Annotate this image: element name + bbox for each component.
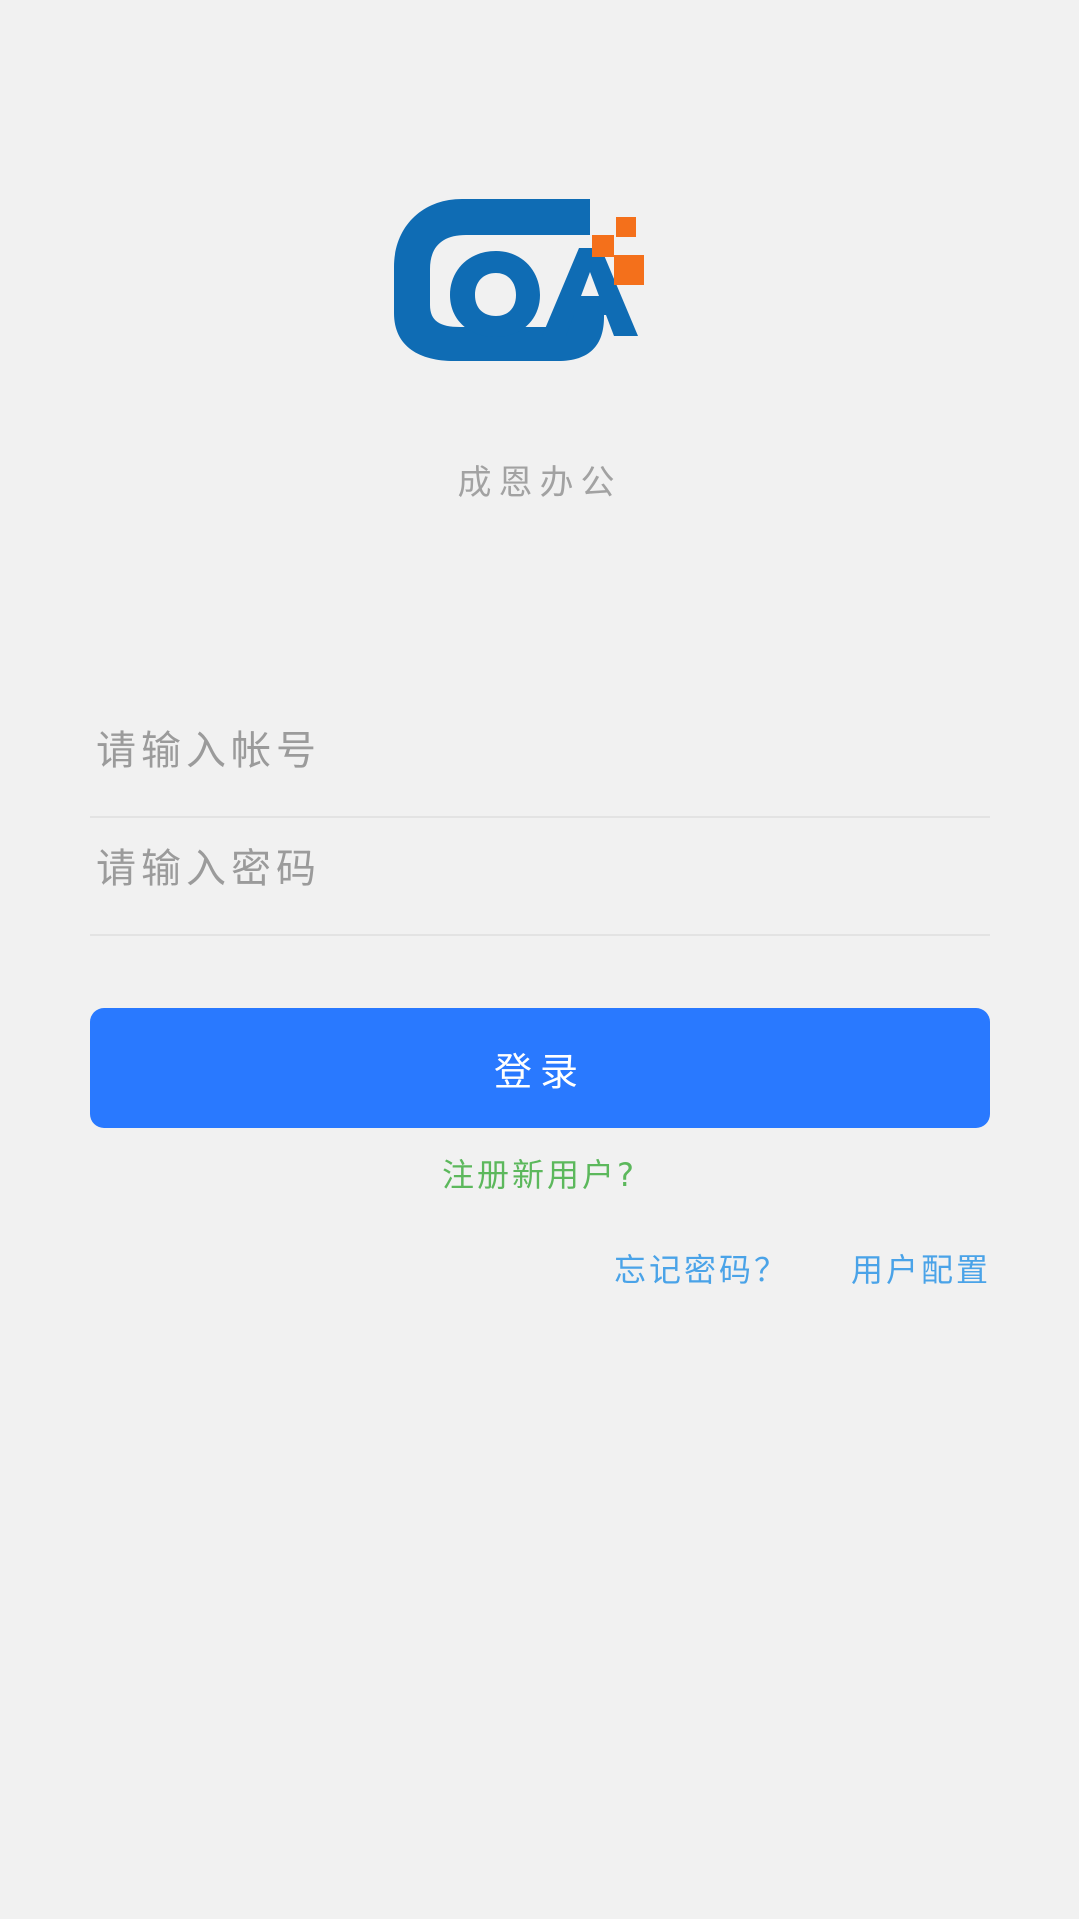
password-input[interactable] <box>90 818 990 934</box>
brand-logo <box>0 195 1079 365</box>
logo-accent-square-large <box>613 255 644 285</box>
coa-logo-icon <box>393 199 644 361</box>
bottom-links: 忘记密码？ 用户配置 <box>0 1245 1079 1291</box>
login-button[interactable]: 登录 <box>90 1008 990 1128</box>
brand-subtitle: 成恩办公 <box>457 463 622 503</box>
logo-accent-square-middle <box>591 235 614 257</box>
account-input[interactable] <box>90 700 990 816</box>
password-field[interactable] <box>90 818 990 936</box>
register-new-user-link[interactable]: 注册新用户? <box>0 1150 1079 1196</box>
user-config-link[interactable]: 用户配置 <box>851 1245 991 1291</box>
login-form <box>90 700 990 936</box>
forgot-password-link[interactable]: 忘记密码？ <box>614 1245 789 1291</box>
login-screen: 成恩办公 登录 注册新用户? 忘记密码？ 用户配置 <box>0 0 1079 1919</box>
account-field[interactable] <box>90 700 990 818</box>
logo-accent-square-top <box>615 217 636 237</box>
